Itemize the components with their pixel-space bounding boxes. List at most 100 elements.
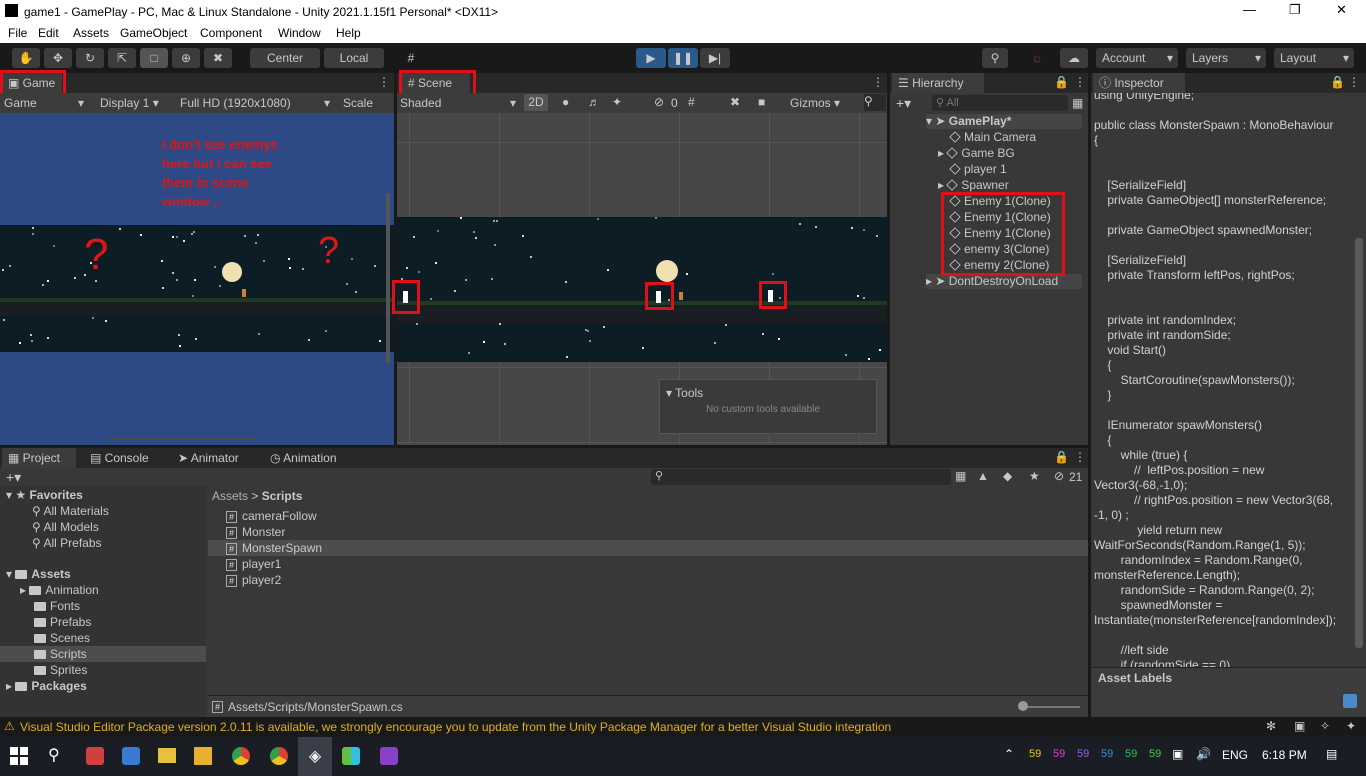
- grid-icon[interactable]: #: [688, 95, 695, 109]
- file-item[interactable]: # player1: [226, 557, 281, 571]
- search-by-type-icon[interactable]: ▦: [955, 469, 966, 483]
- layers-dropdown[interactable]: Layers: [1186, 48, 1266, 68]
- tab-animator[interactable]: ➤ Animator: [172, 448, 256, 468]
- chrome-icon[interactable]: [232, 747, 250, 765]
- menu-assets[interactable]: Assets: [73, 26, 109, 40]
- effects-icon[interactable]: ✦: [612, 95, 622, 109]
- taskbar-app-icon[interactable]: [122, 747, 140, 765]
- hierarchy-search-input[interactable]: ⚲ All: [932, 95, 1068, 111]
- progress-icon[interactable]: ✧: [1320, 719, 1330, 733]
- file-item[interactable]: # cameraFollow: [226, 509, 317, 523]
- status-message[interactable]: Visual Studio Editor Package version 2.0…: [20, 720, 891, 734]
- add-icon[interactable]: +▾: [896, 95, 911, 112]
- pivot-space-button[interactable]: Local: [324, 48, 384, 68]
- asset-folder-selected[interactable]: Scripts: [0, 646, 206, 662]
- lock-icon[interactable]: 🔒: [1330, 75, 1345, 89]
- cloud-icon[interactable]: ☁: [1060, 48, 1088, 68]
- scene-root[interactable]: ▾ ➤ GamePlay*: [926, 114, 1082, 129]
- step-button[interactable]: ▶|: [700, 48, 730, 68]
- custom-tool-icon[interactable]: ✖: [204, 48, 232, 68]
- breadcrumb-scripts[interactable]: Scripts: [262, 489, 303, 503]
- volume-icon[interactable]: 🔊: [1196, 747, 1211, 761]
- taskbar-app-icon[interactable]: [86, 747, 104, 765]
- lighting-icon[interactable]: ✦: [1346, 719, 1356, 733]
- pivot-center-button[interactable]: Center: [250, 48, 320, 68]
- favorites-header[interactable]: ▾ ★ Favorites: [6, 488, 83, 502]
- lock-icon[interactable]: 🔒: [1054, 450, 1069, 464]
- menu-component[interactable]: Component: [200, 26, 262, 40]
- tools-icon[interactable]: ✖: [730, 95, 740, 109]
- menu-file[interactable]: File: [8, 26, 27, 40]
- lock-icon[interactable]: 🔒: [1054, 75, 1069, 89]
- bug-icon[interactable]: ✻: [1266, 719, 1276, 733]
- hierarchy-item[interactable]: player 1: [949, 162, 1007, 176]
- rotate-tool-icon[interactable]: ↻: [76, 48, 104, 68]
- tab-hierarchy[interactable]: ☰ Hierarchy: [892, 73, 984, 93]
- favorites-item[interactable]: ⚲ All Models: [32, 520, 99, 534]
- inspector-scrollbar[interactable]: [1355, 238, 1363, 648]
- hierarchy-item[interactable]: Main Camera: [949, 130, 1036, 144]
- search-icon[interactable]: ⚲: [982, 48, 1008, 68]
- notification-icon[interactable]: ▤: [1326, 747, 1337, 761]
- display-dropdown[interactable]: Display 1 ▾: [100, 96, 159, 110]
- zoom-slider[interactable]: [1020, 706, 1080, 708]
- search-by-label-icon[interactable]: ▲: [977, 469, 989, 483]
- more-options-icon[interactable]: ⋮: [1074, 450, 1086, 464]
- game-hscrollbar[interactable]: [108, 437, 256, 440]
- favorite-star-icon[interactable]: ★: [1029, 469, 1040, 483]
- scene-search-icon[interactable]: ⚲: [864, 94, 886, 111]
- restore-button[interactable]: ❐: [1289, 2, 1301, 18]
- resolution-dropdown[interactable]: Full HD (1920x1080) ▾: [180, 96, 330, 110]
- transform-tool-icon[interactable]: ⊕: [172, 48, 200, 68]
- network-icon[interactable]: ▣: [1172, 747, 1183, 761]
- asset-folder[interactable]: Scenes: [34, 631, 90, 645]
- tab-inspector[interactable]: ⓘ Inspector: [1093, 73, 1185, 93]
- file-item-selected[interactable]: # MonsterSpawn: [208, 540, 1088, 556]
- mode-2d-button[interactable]: 2D: [524, 94, 548, 111]
- hidden-icon[interactable]: ⊘: [1054, 469, 1064, 483]
- search-icon[interactable]: ⚲: [48, 745, 60, 765]
- cache-icon[interactable]: ▣: [1294, 719, 1305, 733]
- clock[interactable]: 6:18 PM: [1262, 748, 1307, 762]
- tab-console[interactable]: ▤ Console: [84, 448, 164, 468]
- windows-start-icon[interactable]: [10, 747, 28, 765]
- hierarchy-item[interactable]: ▸ Spawner: [938, 178, 1009, 192]
- grid-snap-icon[interactable]: #: [398, 48, 424, 68]
- game-scrollbar[interactable]: [386, 193, 390, 363]
- camera-icon[interactable]: ■: [758, 95, 765, 109]
- asset-folder[interactable]: Sprites: [34, 663, 87, 677]
- taskbar-app-icon[interactable]: [342, 747, 360, 765]
- audio-icon[interactable]: ♬: [588, 95, 600, 109]
- collab-icon[interactable]: ☼: [1024, 48, 1050, 68]
- layout-dropdown[interactable]: Layout: [1274, 48, 1354, 68]
- taskbar-app-icon[interactable]: [194, 747, 212, 765]
- add-icon[interactable]: +▾: [6, 469, 21, 486]
- hand-tool-icon[interactable]: ✋: [12, 48, 40, 68]
- minimize-button[interactable]: —: [1243, 2, 1256, 17]
- game-view-select[interactable]: Game: [4, 96, 37, 110]
- filter-icon[interactable]: ▦: [1072, 96, 1083, 110]
- breadcrumb-assets[interactable]: Assets: [212, 489, 248, 503]
- gizmos-dropdown[interactable]: Gizmos ▾: [790, 96, 840, 110]
- file-item[interactable]: # player2: [226, 573, 281, 587]
- more-options-icon[interactable]: ⋮: [872, 75, 884, 89]
- menu-gameobject[interactable]: GameObject: [120, 26, 187, 40]
- menu-help[interactable]: Help: [336, 26, 361, 40]
- move-tool-icon[interactable]: ✥: [44, 48, 72, 68]
- pause-button[interactable]: ❚❚: [668, 48, 698, 68]
- asset-folder[interactable]: ▸ Animation: [20, 583, 99, 597]
- packages-header[interactable]: ▸ Packages: [6, 679, 87, 693]
- assets-header[interactable]: ▾ Assets: [6, 567, 71, 581]
- menu-window[interactable]: Window: [278, 26, 321, 40]
- close-button[interactable]: ✕: [1336, 2, 1347, 18]
- visual-studio-icon[interactable]: [380, 747, 398, 765]
- rect-tool-icon[interactable]: □: [140, 48, 168, 68]
- account-dropdown[interactable]: Account: [1096, 48, 1178, 68]
- chrome-icon[interactable]: [270, 747, 288, 765]
- label-tag-icon[interactable]: [1343, 694, 1357, 708]
- asset-folder[interactable]: Prefabs: [34, 615, 91, 629]
- file-item[interactable]: # Monster: [226, 525, 285, 539]
- tab-project[interactable]: ▦ Project: [2, 448, 76, 468]
- shading-dropdown[interactable]: Shaded ▾: [400, 96, 516, 110]
- project-search-input[interactable]: ⚲: [651, 469, 951, 485]
